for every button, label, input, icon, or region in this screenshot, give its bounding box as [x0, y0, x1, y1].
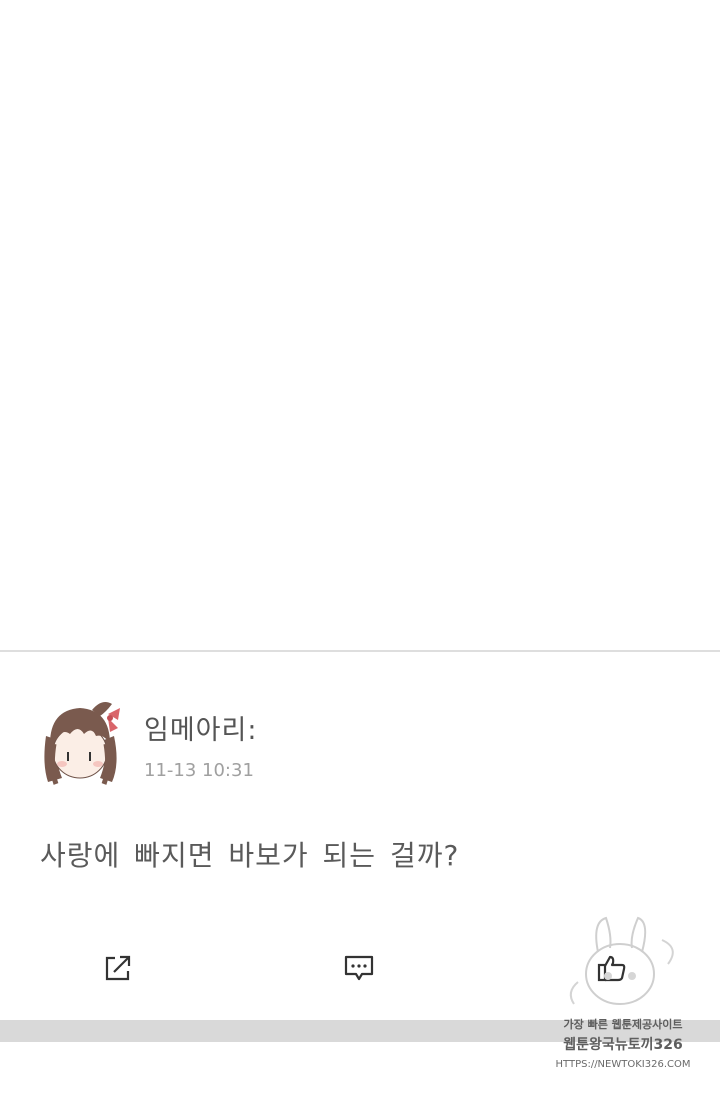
- blank-panel-area: [0, 0, 720, 650]
- share-external-icon: [105, 955, 131, 981]
- comment-button[interactable]: [341, 950, 377, 986]
- watermark-line2: 웹툰왕국뉴토끼326: [563, 1037, 683, 1053]
- divider: [0, 650, 720, 652]
- avatar[interactable]: [34, 694, 128, 792]
- comment-bubble-icon: [344, 955, 374, 981]
- share-button[interactable]: [100, 950, 136, 986]
- webtoon-panel: 임메아리: 11-13 10:31 사랑에 빠지면 바보가 되는 걸까? 가장 …: [0, 0, 720, 1098]
- post-text: 사랑에 빠지면 바보가 되는 걸까?: [40, 839, 460, 872]
- watermark-line3: HTTPS://NEWTOKI326.COM: [555, 1059, 691, 1070]
- username[interactable]: 임메아리:: [144, 708, 257, 747]
- watermark-line1: 가장 빠른 웹툰제공사이트: [563, 1018, 683, 1031]
- watermark: 가장 빠른 웹툰제공사이트 웹툰왕국뉴토끼326 HTTPS://NEWTOKI…: [548, 912, 698, 1082]
- mascot-watermark-icon: [569, 916, 674, 1005]
- timestamp: 11-13 10:31: [144, 760, 254, 781]
